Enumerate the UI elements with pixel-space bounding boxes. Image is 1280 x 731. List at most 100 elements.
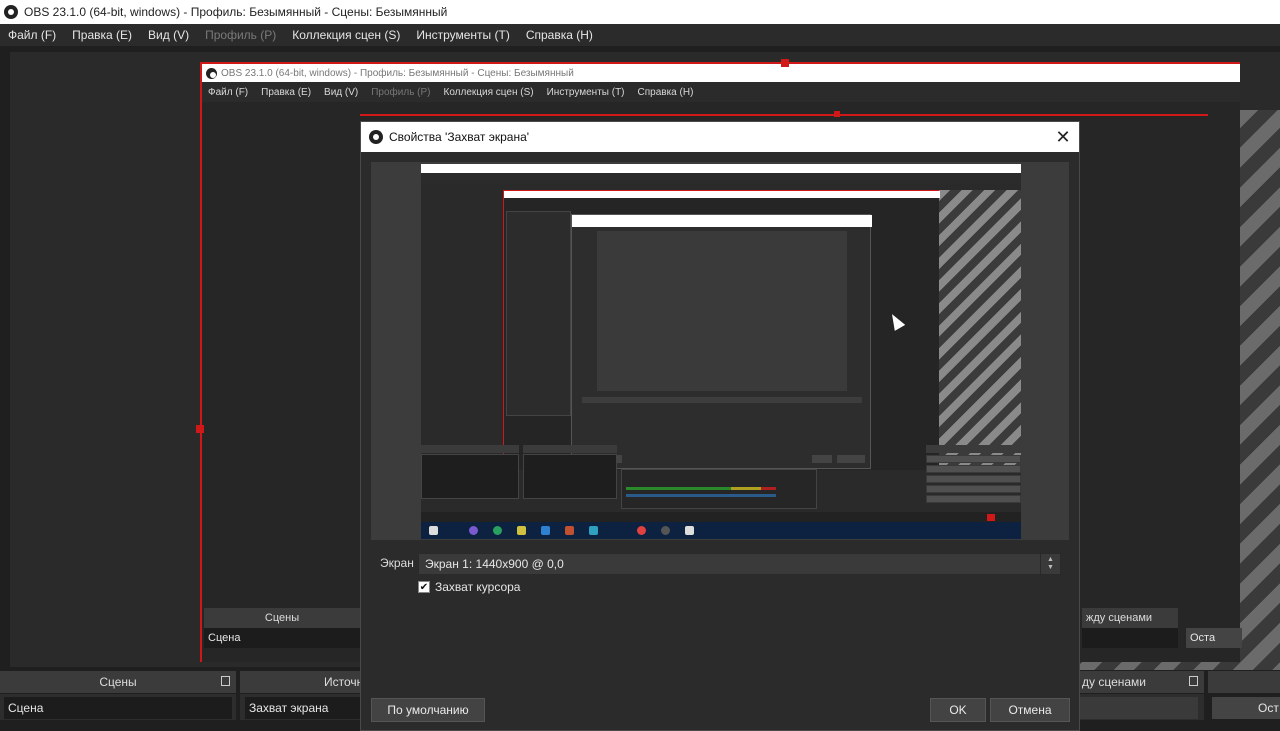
- nested-scene-item: Сцена: [204, 628, 360, 648]
- window-title: OBS 23.1.0 (64-bit, windows) - Профиль: …: [24, 5, 448, 19]
- stop-button[interactable]: Ост: [1212, 697, 1280, 719]
- close-icon[interactable]: ✕: [1053, 127, 1073, 147]
- screen-label: Экран: [380, 556, 414, 570]
- screen-select-value: Экран 1: 1440x900 @ 0,0: [425, 557, 564, 571]
- stop-button-label: Ост: [1258, 701, 1279, 715]
- preview-taskbar-icon: [661, 526, 670, 535]
- preview-dialog-button: [812, 455, 832, 463]
- properties-dialog: Свойства 'Захват экрана' ✕ Экран Экран 1…: [360, 121, 1080, 731]
- bounding-box-handle[interactable]: [196, 425, 204, 433]
- menu-file[interactable]: Файл (F): [8, 28, 56, 42]
- menubar: Файл (F) Правка (E) Вид (V) Профиль (P) …: [0, 24, 1280, 46]
- preview-start-icon: [429, 526, 438, 535]
- select-spin[interactable]: ▲ ▼: [1040, 554, 1060, 574]
- pin-icon[interactable]: [221, 676, 230, 686]
- menu-view[interactable]: Вид (V): [148, 28, 189, 42]
- source-preview: [371, 162, 1069, 540]
- preview-taskbar-icon: [493, 526, 502, 535]
- capture-cursor-checkbox[interactable]: ✔: [418, 581, 430, 593]
- source-list-item[interactable]: Захват экрана: [245, 697, 365, 719]
- preview-dialog-button: [837, 455, 865, 463]
- nested-menubar: Файл (F) Правка (E) Вид (V) Профиль (P) …: [202, 82, 1240, 102]
- window-titlebar: OBS 23.1.0 (64-bit, windows) - Профиль: …: [0, 0, 1280, 24]
- scene-list-item-label: Сцена: [8, 701, 44, 715]
- cancel-button-label: Отмена: [1008, 703, 1052, 717]
- preview-dock-header: [421, 445, 519, 453]
- menu-help[interactable]: Справка (H): [526, 28, 593, 42]
- nested-controls-button: Оста: [1186, 628, 1242, 648]
- preview-dialog: [571, 214, 872, 469]
- preview-dialog-titlebar: [572, 215, 872, 227]
- preview-mixer-meter: [626, 487, 776, 490]
- preview-mixer-slider: [626, 494, 776, 497]
- source-list-item-label: Захват экрана: [249, 701, 329, 715]
- obs-logo-icon: [206, 67, 217, 79]
- preview-dock-header: [926, 445, 1021, 453]
- bounding-box-handle[interactable]: [781, 59, 789, 67]
- nested-menu-scene-collection: Коллекция сцен (S): [443, 86, 534, 98]
- preview-nested-titlebar: [504, 191, 940, 198]
- transitions-dock-header: ду сценами: [1080, 671, 1204, 693]
- preview-taskbar-icon: [541, 526, 550, 535]
- preview-record-indicator: [987, 514, 995, 521]
- screen-select[interactable]: Экран 1: 1440x900 @ 0,0 ▲ ▼: [418, 553, 1061, 575]
- nested-transitions-header-label: жду сценами: [1086, 612, 1153, 624]
- preview-dialog-preview: [597, 231, 847, 391]
- scene-list-item[interactable]: Сцена: [4, 697, 232, 719]
- preview-dialog-field: [582, 397, 862, 403]
- nested-menu-tools: Инструменты (T): [546, 86, 625, 98]
- nested-menu-edit: Правка (E): [261, 86, 312, 98]
- nested-menu-help: Справка (H): [637, 86, 694, 98]
- preview-panel: [506, 211, 571, 416]
- preview-taskbar-icon: [589, 526, 598, 535]
- sources-dock-header: Источн: [240, 671, 370, 693]
- sources-dock-title: Источн: [324, 675, 364, 689]
- dialog-title: Свойства 'Захват экрана': [389, 130, 530, 144]
- defaults-button[interactable]: По умолчанию: [371, 698, 485, 722]
- preview-menubar: [421, 173, 1021, 183]
- obs-logo-icon: [4, 5, 18, 19]
- ok-button[interactable]: OK: [930, 698, 986, 722]
- menu-tools[interactable]: Инструменты (T): [416, 28, 509, 42]
- chevron-up-icon: ▲: [1047, 556, 1054, 563]
- nested-menu-view: Вид (V): [324, 86, 359, 98]
- preview-taskbar-icon: [469, 526, 478, 535]
- preview-screenshot: [421, 164, 1021, 539]
- checkmark-icon: ✔: [419, 581, 429, 593]
- nested-transition-select: [1082, 628, 1178, 648]
- pin-icon[interactable]: [1189, 676, 1198, 686]
- red-bounding-box-inner: [360, 114, 1208, 116]
- transitions-dock-title: ду сценами: [1082, 675, 1147, 689]
- nested-menu-profile: Профиль (P): [371, 86, 431, 98]
- menu-edit[interactable]: Правка (E): [72, 28, 132, 42]
- menu-profile[interactable]: Профиль (P): [205, 28, 276, 42]
- cancel-button[interactable]: Отмена: [990, 698, 1070, 722]
- preview-control: [926, 495, 1021, 503]
- preview-control: [926, 455, 1021, 463]
- nested-scenes-header-label: Сцены: [264, 612, 300, 624]
- transition-duration-select[interactable]: [1080, 697, 1198, 719]
- scenes-dock-title: Сцены: [99, 675, 137, 689]
- nested-transitions-dock-header: жду сценами: [1082, 608, 1178, 628]
- nested-scene-item-label: Сцена: [208, 632, 241, 644]
- nested-controls-button-label: Оста: [1190, 632, 1216, 644]
- ok-button-label: OK: [949, 703, 967, 717]
- obs-logo-icon: [369, 130, 383, 144]
- preview-taskbar-icon: [517, 526, 526, 535]
- preview-control: [926, 475, 1021, 483]
- controls-dock-header: [1208, 671, 1280, 693]
- menu-scene-collection[interactable]: Коллекция сцен (S): [292, 28, 400, 42]
- preview-dock-header: [523, 445, 617, 453]
- preview-titlebar: [421, 164, 1021, 173]
- nested-scenes-dock-header: Сцены: [204, 608, 360, 628]
- preview-dock: [523, 454, 617, 499]
- nested-menu-file: Файл (F): [208, 86, 249, 98]
- preview-statusbar: [421, 512, 1021, 522]
- chevron-down-icon: ▼: [1047, 564, 1054, 571]
- scenes-dock-header: Сцены: [0, 671, 236, 693]
- defaults-button-label: По умолчанию: [387, 703, 469, 717]
- dialog-titlebar: Свойства 'Захват экрана' ✕: [361, 122, 1079, 152]
- capture-cursor-row[interactable]: ✔ Захват курсора: [418, 580, 520, 594]
- preview-control: [926, 465, 1021, 473]
- preview-taskbar: [421, 522, 1021, 539]
